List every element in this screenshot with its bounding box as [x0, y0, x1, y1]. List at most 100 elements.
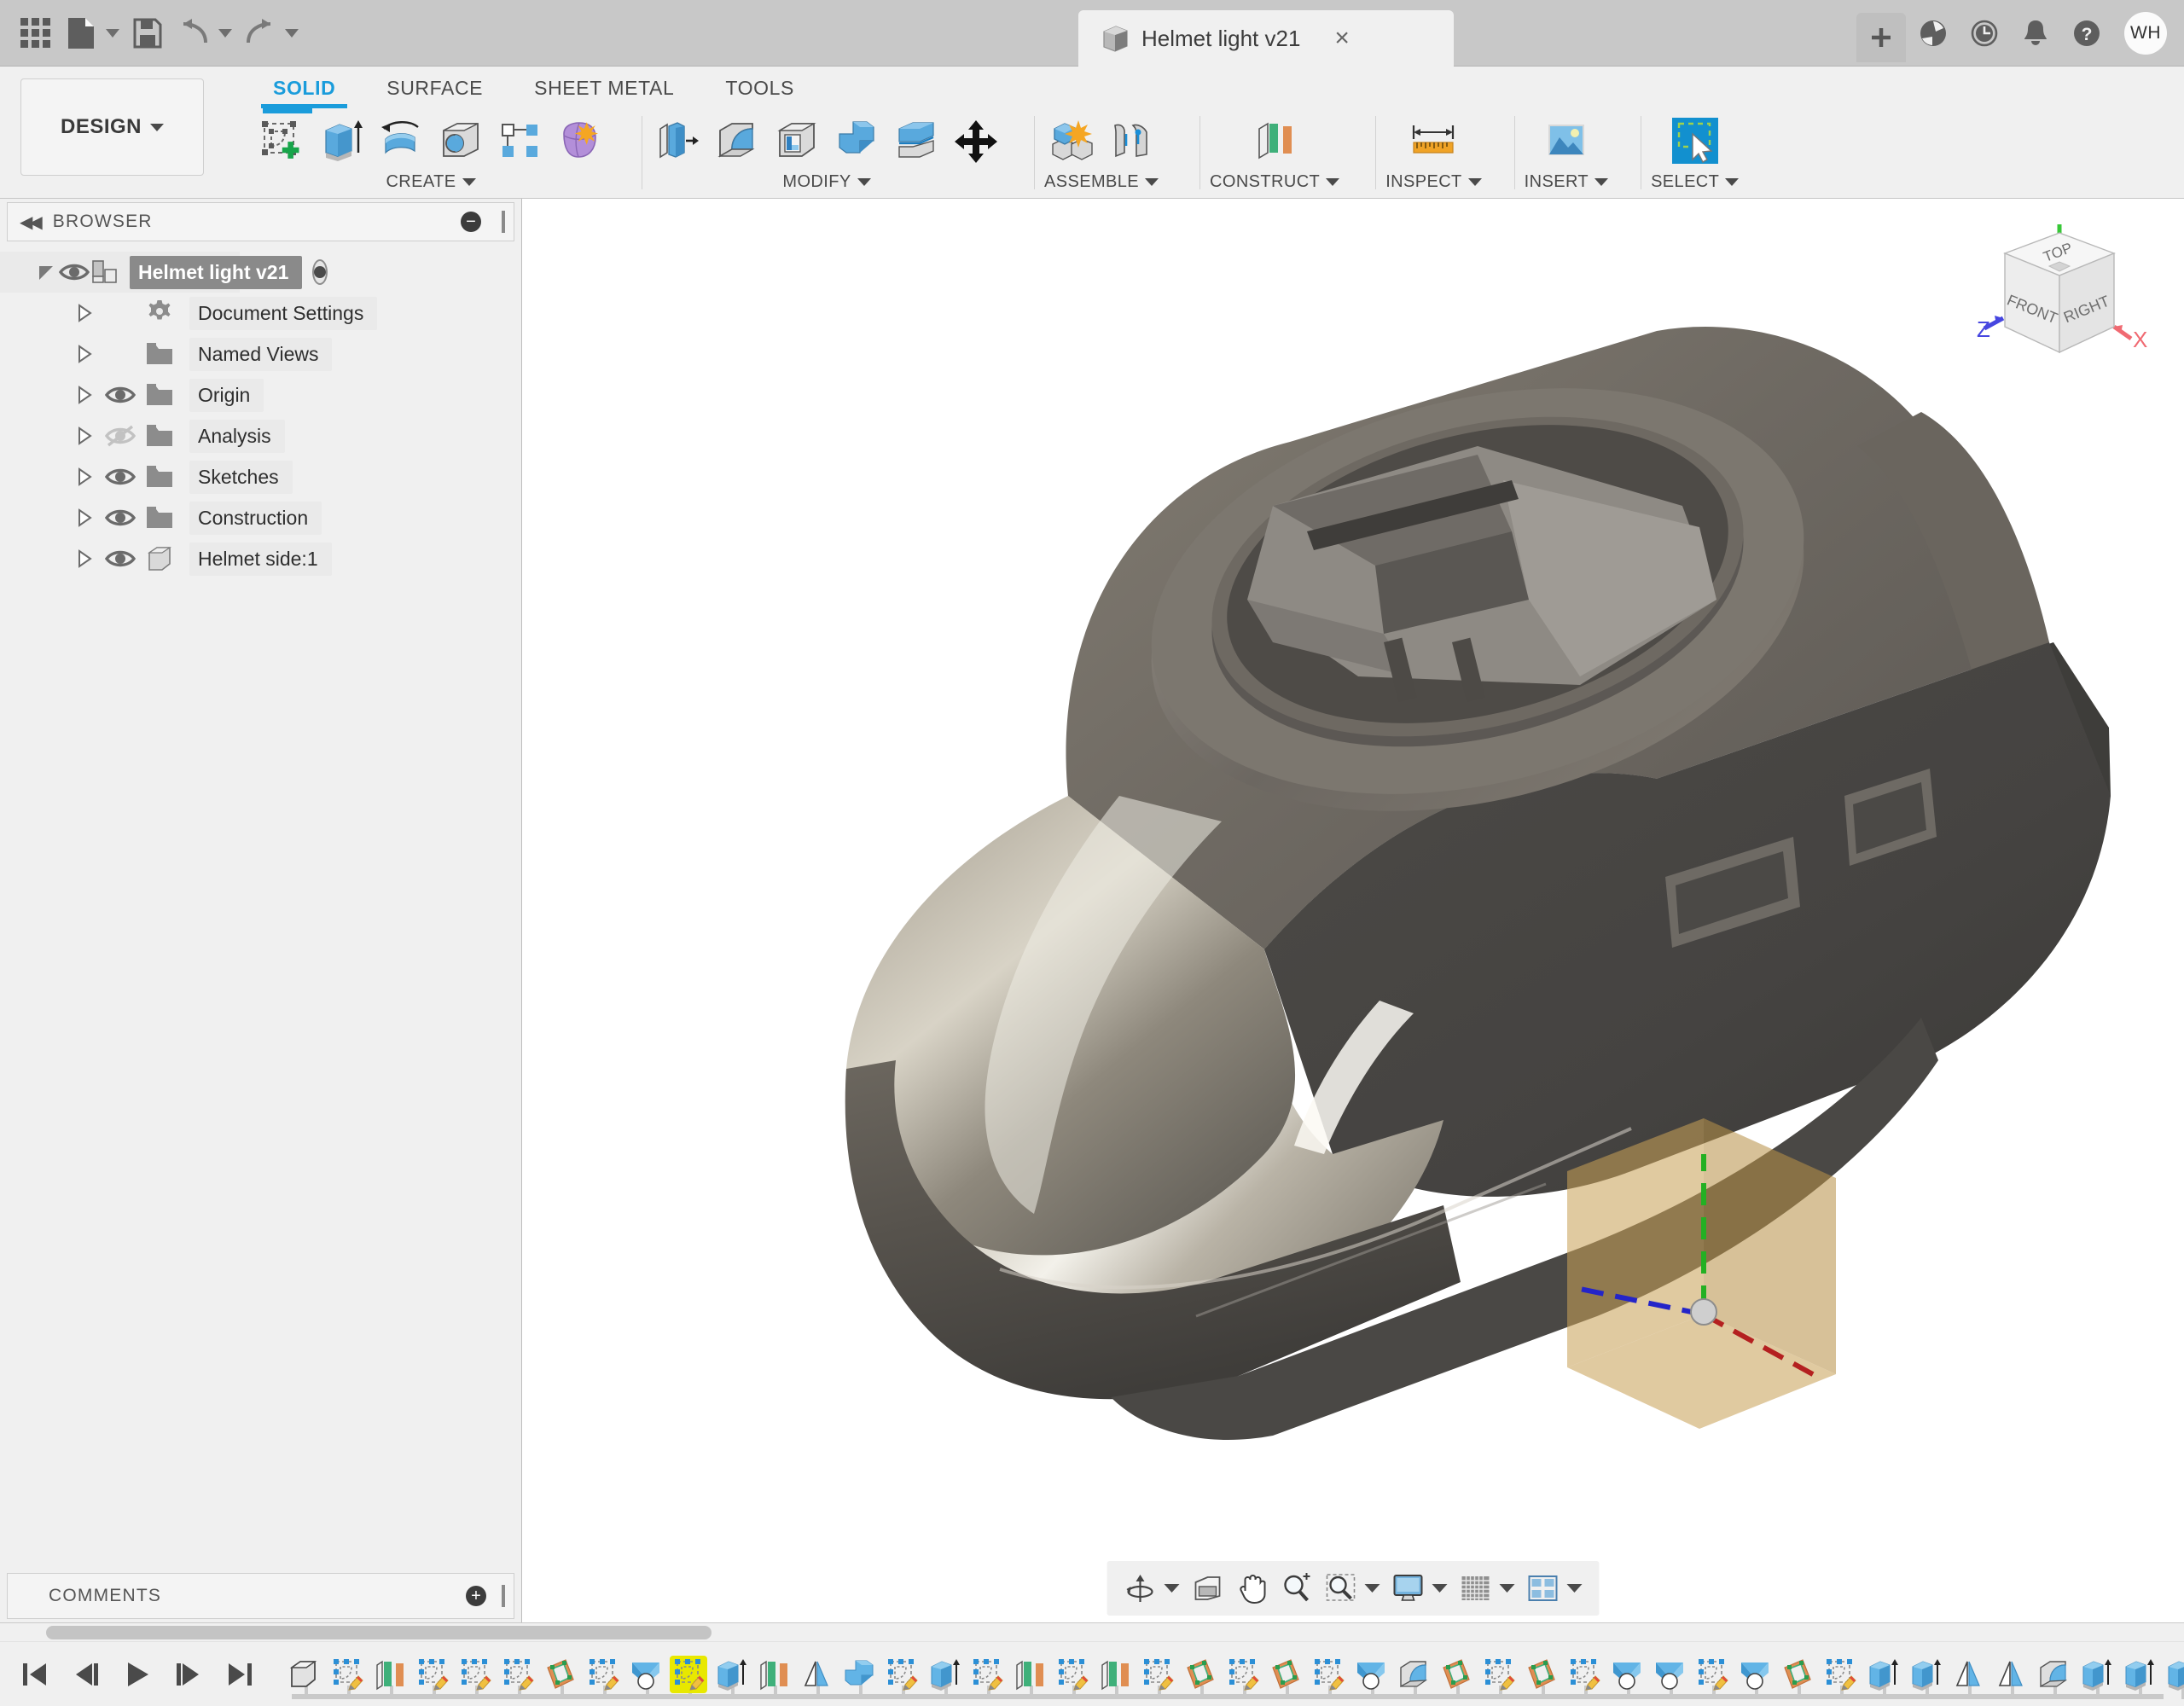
- expand-triangle-closed-icon[interactable]: [67, 384, 101, 406]
- timeline-feature-sketch[interactable]: [454, 1642, 497, 1706]
- measure-button[interactable]: [1408, 114, 1459, 167]
- orbit-caret[interactable]: [1164, 1584, 1180, 1593]
- visibility-eye-icon[interactable]: [104, 546, 136, 572]
- timeline-feature-sketch[interactable]: [1136, 1642, 1179, 1706]
- workspace-switcher[interactable]: DESIGN: [20, 78, 204, 176]
- minimize-browser-button[interactable]: −: [461, 212, 481, 232]
- panel-assemble-label-row[interactable]: ASSEMBLE: [1044, 172, 1159, 192]
- offset-plane-button[interactable]: [1249, 114, 1300, 167]
- orbit-button[interactable]: [1119, 1566, 1162, 1610]
- timeline-feature-sketch[interactable]: [1307, 1642, 1350, 1706]
- expand-triangle-closed-icon[interactable]: [67, 302, 101, 324]
- timeline-feature-sketch[interactable]: [1222, 1642, 1264, 1706]
- timeline-feature-plane[interactable]: [1008, 1642, 1051, 1706]
- timeline-step-back-button[interactable]: [65, 1651, 107, 1697]
- revolve-button[interactable]: [375, 114, 427, 167]
- timeline-feature-loft[interactable]: [1734, 1642, 1776, 1706]
- visibility-eye-icon[interactable]: [104, 464, 136, 490]
- timeline-feature-plane-angle[interactable]: [1776, 1642, 1819, 1706]
- redo-caret[interactable]: [285, 28, 299, 38]
- timeline-feature-sketch[interactable]: [1051, 1642, 1094, 1706]
- browser-resize-grip[interactable]: [502, 211, 505, 233]
- joint-button[interactable]: [1106, 114, 1157, 167]
- browser-node-named-views[interactable]: Named Views: [0, 334, 521, 374]
- timeline-feature-plane-angle[interactable]: [1264, 1642, 1307, 1706]
- shell-button[interactable]: [771, 114, 822, 167]
- timeline-feature-plane-angle[interactable]: [1179, 1642, 1222, 1706]
- zoom-window-button[interactable]: [1320, 1566, 1362, 1610]
- pattern-button[interactable]: [495, 114, 546, 167]
- timeline-feature-sketch[interactable]: [1563, 1642, 1606, 1706]
- document-tab[interactable]: Helmet light v21 ×: [1078, 10, 1454, 67]
- notifications-button[interactable]: [2012, 9, 2059, 57]
- timeline-feature-mirror[interactable]: [1947, 1642, 1989, 1706]
- extrude-button[interactable]: [316, 114, 367, 167]
- user-avatar[interactable]: WH: [2124, 12, 2167, 55]
- panel-inspect-label-row[interactable]: INSPECT: [1385, 172, 1482, 192]
- new-document-button[interactable]: [58, 8, 104, 59]
- display-settings-button[interactable]: [1387, 1566, 1430, 1610]
- expand-triangle-open-icon[interactable]: [36, 261, 58, 283]
- browser-node-construction[interactable]: Construction: [0, 497, 521, 538]
- timeline-feature-sketch[interactable]: [880, 1642, 923, 1706]
- timeline-feature-loft[interactable]: [1606, 1642, 1648, 1706]
- timeline-feature-plane[interactable]: [369, 1642, 411, 1706]
- collapse-browser-icon[interactable]: ◀◀: [20, 212, 43, 233]
- zoom-window-caret[interactable]: [1364, 1584, 1380, 1593]
- timeline-feature-plane[interactable]: [752, 1642, 795, 1706]
- panel-select-label-row[interactable]: SELECT: [1651, 172, 1740, 192]
- panel-insert-label-row[interactable]: INSERT: [1525, 172, 1609, 192]
- timeline-feature-extrude[interactable]: [2075, 1642, 2117, 1706]
- timeline-feature-plane[interactable]: [1094, 1642, 1136, 1706]
- visibility-toggle[interactable]: [58, 259, 90, 285]
- visibility-toggle[interactable]: [101, 505, 140, 531]
- timeline-feature-sketch[interactable]: [326, 1642, 369, 1706]
- tab-tools[interactable]: TOOLS: [700, 67, 820, 108]
- visibility-eye-icon[interactable]: [104, 382, 136, 408]
- visibility-toggle[interactable]: [101, 423, 140, 449]
- timeline-scrollbar[interactable]: [0, 1622, 2184, 1641]
- help-button[interactable]: ?: [2063, 9, 2111, 57]
- panel-modify-label-row[interactable]: MODIFY: [782, 172, 871, 192]
- visibility-eye-icon[interactable]: [58, 259, 90, 285]
- job-status-button[interactable]: [1960, 9, 2008, 57]
- timeline-feature-sketch[interactable]: [582, 1642, 624, 1706]
- panel-construct-label-row[interactable]: CONSTRUCT: [1210, 172, 1340, 192]
- browser-node-sketches[interactable]: Sketches: [0, 456, 521, 497]
- new-component-button[interactable]: [1046, 114, 1097, 167]
- timeline-feature-extrude[interactable]: [1904, 1642, 1947, 1706]
- timeline-feature-extrude[interactable]: [1862, 1642, 1904, 1706]
- fillet-button[interactable]: [712, 114, 763, 167]
- tab-solid[interactable]: SOLID: [247, 67, 361, 108]
- create-form-button[interactable]: [555, 114, 606, 167]
- create-sketch-button[interactable]: [256, 107, 312, 167]
- timeline-feature-mirror[interactable]: [1989, 1642, 2032, 1706]
- timeline-play-button[interactable]: [116, 1651, 159, 1697]
- undo-button[interactable]: [171, 8, 217, 59]
- timeline-feature-sketch[interactable]: [966, 1642, 1008, 1706]
- timeline-feature-plane-angle[interactable]: [539, 1642, 582, 1706]
- timeline-feature-sketch[interactable]: [667, 1642, 710, 1706]
- browser-node-helmet-light-v21[interactable]: Helmet light v21: [0, 252, 328, 293]
- grid-snaps-caret[interactable]: [1499, 1584, 1515, 1593]
- timeline-go-to-beginning-button[interactable]: [14, 1651, 56, 1697]
- visibility-toggle[interactable]: [101, 546, 140, 572]
- timeline-step-forward-button[interactable]: [167, 1651, 210, 1697]
- timeline-feature-fillet[interactable]: [1392, 1642, 1435, 1706]
- extension-manager-button[interactable]: [1909, 9, 1957, 57]
- redo-button[interactable]: [237, 8, 283, 59]
- timeline-scroll-thumb[interactable]: [46, 1626, 712, 1639]
- viewports-caret[interactable]: [1566, 1584, 1583, 1593]
- comments-resize-grip[interactable]: [502, 1585, 505, 1607]
- helmet-light-model[interactable]: [522, 199, 2184, 1529]
- timeline-go-to-end-button[interactable]: [218, 1651, 261, 1697]
- close-document-tab-button[interactable]: ×: [1334, 26, 1350, 51]
- browser-node-analysis[interactable]: Analysis: [0, 415, 521, 456]
- viewport-canvas[interactable]: Z X TOP FRONT RIGHT: [522, 199, 2184, 1622]
- pan-button[interactable]: [1231, 1566, 1274, 1610]
- timeline-feature-sketch[interactable]: [411, 1642, 454, 1706]
- view-cube[interactable]: Z X TOP FRONT RIGHT: [1964, 218, 2160, 380]
- timeline-feature-extrude[interactable]: [2160, 1642, 2184, 1706]
- expand-triangle-closed-icon[interactable]: [67, 343, 101, 365]
- combine-button[interactable]: [831, 114, 882, 167]
